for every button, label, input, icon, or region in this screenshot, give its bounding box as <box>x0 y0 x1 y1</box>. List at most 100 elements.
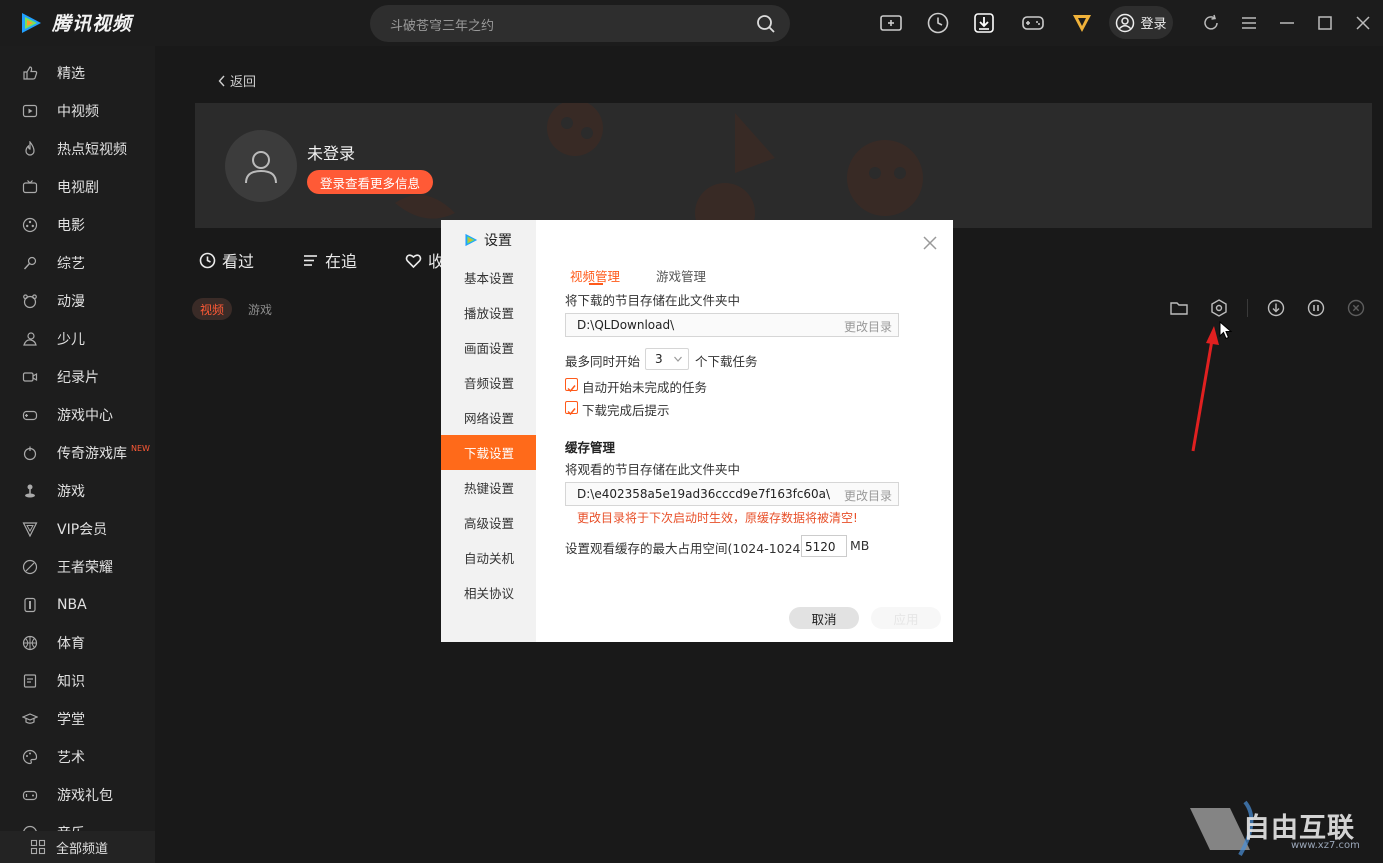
grid-icon <box>30 839 46 855</box>
sidebar-item-sports[interactable]: 体育 <box>0 624 155 662</box>
change-cache-dir-button[interactable]: 更改目录 <box>844 487 892 504</box>
search-icon[interactable] <box>756 14 776 34</box>
search-bar[interactable]: 斗破苍穹三年之约 <box>370 5 790 42</box>
nav-display-settings[interactable]: 画面设置 <box>441 330 536 365</box>
settings-nav: 设置 基本设置 播放设置 画面设置 音频设置 网络设置 下载设置 热键设置 高级… <box>441 220 536 642</box>
delete-all-icon[interactable] <box>1346 298 1366 318</box>
sidebar-item-label: 体育 <box>57 636 85 652</box>
sidebar-item-kids[interactable]: 少儿 <box>0 320 155 358</box>
tab-label: 看过 <box>222 252 255 271</box>
sidebar-item-label: 知识 <box>57 674 85 690</box>
maximize-icon[interactable] <box>1315 13 1335 33</box>
sidebar-item-anime[interactable]: 动漫 <box>0 282 155 320</box>
cache-size-label: 设置观看缓存的最大占用空间(1024-10240) <box>565 541 814 556</box>
sidebar-item-label: 中视频 <box>57 104 99 120</box>
active-tab-underline <box>589 283 603 285</box>
sidebar-item-vip[interactable]: VIP会员 <box>0 510 155 548</box>
apply-button[interactable]: 应用 <box>871 607 941 629</box>
sidebar-item-school[interactable]: 学堂 <box>0 700 155 738</box>
cache-path-field: D:\e402358a5e19ad36cccd9e7f163fc60a\ 更改目… <box>565 482 899 506</box>
download-path-value: D:\QLDownload\ <box>577 318 675 332</box>
sidebar-item-mid-video[interactable]: 中视频 <box>0 92 155 130</box>
user-icon <box>245 151 277 184</box>
chip-game[interactable]: 游戏 <box>240 298 280 320</box>
tencent-video-logo-icon <box>22 12 41 33</box>
tab-favorites[interactable]: 收 <box>405 248 444 272</box>
watermark-url: www.xz7.com <box>1291 840 1360 851</box>
sidebar-item-hot-short[interactable]: 热点短视频 <box>0 130 155 168</box>
sidebar-item-movie[interactable]: 电影 <box>0 206 155 244</box>
user-icon <box>1116 13 1135 32</box>
sidebar-item-knowledge[interactable]: 知识 <box>0 662 155 700</box>
all-channels-button[interactable]: 全部频道 <box>0 831 155 863</box>
tab-following[interactable]: 在追 <box>302 248 357 272</box>
download-icon[interactable] <box>972 11 996 35</box>
sidebar-item-games[interactable]: 游戏 <box>0 472 155 510</box>
nav-hotkey-settings[interactable]: 热键设置 <box>441 470 536 505</box>
nav-network-settings[interactable]: 网络设置 <box>441 400 536 435</box>
back-button[interactable]: 返回 <box>218 71 256 90</box>
change-download-dir-button[interactable]: 更改目录 <box>844 318 892 335</box>
pause-all-icon[interactable] <box>1306 298 1326 318</box>
notify-checkbox[interactable] <box>565 401 578 416</box>
sidebar-item-label: 学堂 <box>57 712 85 728</box>
close-icon[interactable] <box>1353 13 1373 33</box>
top-bar: 腾讯视频 斗破苍穹三年之约 登录 <box>0 0 1383 46</box>
sidebar-item-honor-of-kings[interactable]: 王者荣耀 <box>0 548 155 586</box>
minimize-icon[interactable] <box>1277 13 1297 33</box>
sidebar-item-featured[interactable]: 精选 <box>0 54 155 92</box>
gamepad-icon[interactable] <box>1021 11 1045 35</box>
sidebar-item-art[interactable]: 艺术 <box>0 738 155 776</box>
sidebar-item-variety[interactable]: 综艺 <box>0 244 155 282</box>
gift-gamepad-icon <box>22 787 38 803</box>
auto-start-checkbox[interactable] <box>565 378 578 393</box>
search-input[interactable]: 斗破苍穹三年之约 <box>390 15 494 34</box>
sidebar-item-label: 游戏 <box>57 484 85 500</box>
chevron-left-icon <box>218 75 225 86</box>
history-icon[interactable] <box>926 11 950 35</box>
sidebar-item-documentary[interactable]: 纪录片 <box>0 358 155 396</box>
menu-icon[interactable] <box>1239 13 1259 33</box>
download-all-icon[interactable] <box>1266 298 1286 318</box>
refresh-icon[interactable] <box>1201 13 1221 33</box>
sidebar-item-label: 纪录片 <box>57 370 99 386</box>
thumb-icon <box>22 65 38 81</box>
folder-icon[interactable] <box>1169 298 1189 318</box>
settings-hex-icon[interactable] <box>1209 298 1229 318</box>
cache-size-input[interactable]: 5120 <box>801 535 847 557</box>
sidebar-item-legend-games[interactable]: 传奇游戏库 NEW <box>0 434 155 472</box>
chip-video[interactable]: 视频 <box>192 298 232 320</box>
cache-size-value: 5120 <box>805 540 836 554</box>
tv-icon <box>22 179 38 195</box>
heart-icon <box>405 253 422 268</box>
sidebar-item-label: 综艺 <box>57 256 85 272</box>
dialog-close-icon[interactable] <box>921 234 939 252</box>
max-concurrent-select[interactable]: 3 <box>645 348 689 370</box>
sidebar-item-label: 动漫 <box>57 294 85 310</box>
nav-playback-settings[interactable]: 播放设置 <box>441 295 536 330</box>
nav-auto-shutdown[interactable]: 自动关机 <box>441 540 536 575</box>
compass-icon <box>22 559 38 575</box>
sidebar-item-game-center[interactable]: 游戏中心 <box>0 396 155 434</box>
nav-audio-settings[interactable]: 音频设置 <box>441 365 536 400</box>
checkmark-icon <box>567 408 576 416</box>
vip-icon[interactable] <box>1070 11 1094 35</box>
sidebar-item-nba[interactable]: NBA <box>0 586 155 624</box>
nav-basic-settings[interactable]: 基本设置 <box>441 260 536 295</box>
tab-game-management[interactable]: 游戏管理 <box>656 266 706 285</box>
screen-plus-icon[interactable] <box>879 11 903 35</box>
app-logo[interactable]: 腾讯视频 <box>18 9 132 36</box>
sidebar-item-label: VIP会员 <box>57 522 108 538</box>
sidebar-item-game-gifts[interactable]: 游戏礼包 <box>0 776 155 814</box>
nav-download-settings[interactable]: 下载设置 <box>441 435 536 470</box>
avatar[interactable] <box>225 130 297 202</box>
login-more-info-button[interactable]: 登录查看更多信息 <box>307 170 433 194</box>
nav-advanced-settings[interactable]: 高级设置 <box>441 505 536 540</box>
nav-agreements[interactable]: 相关协议 <box>441 575 536 610</box>
sidebar-item-tv[interactable]: 电视剧 <box>0 168 155 206</box>
joystick-icon <box>22 483 38 499</box>
tab-watched[interactable]: 看过 <box>199 248 254 272</box>
login-button[interactable]: 登录 <box>1109 6 1173 39</box>
notify-label: 下载完成后提示 <box>582 403 670 418</box>
cancel-button[interactable]: 取消 <box>789 607 859 629</box>
